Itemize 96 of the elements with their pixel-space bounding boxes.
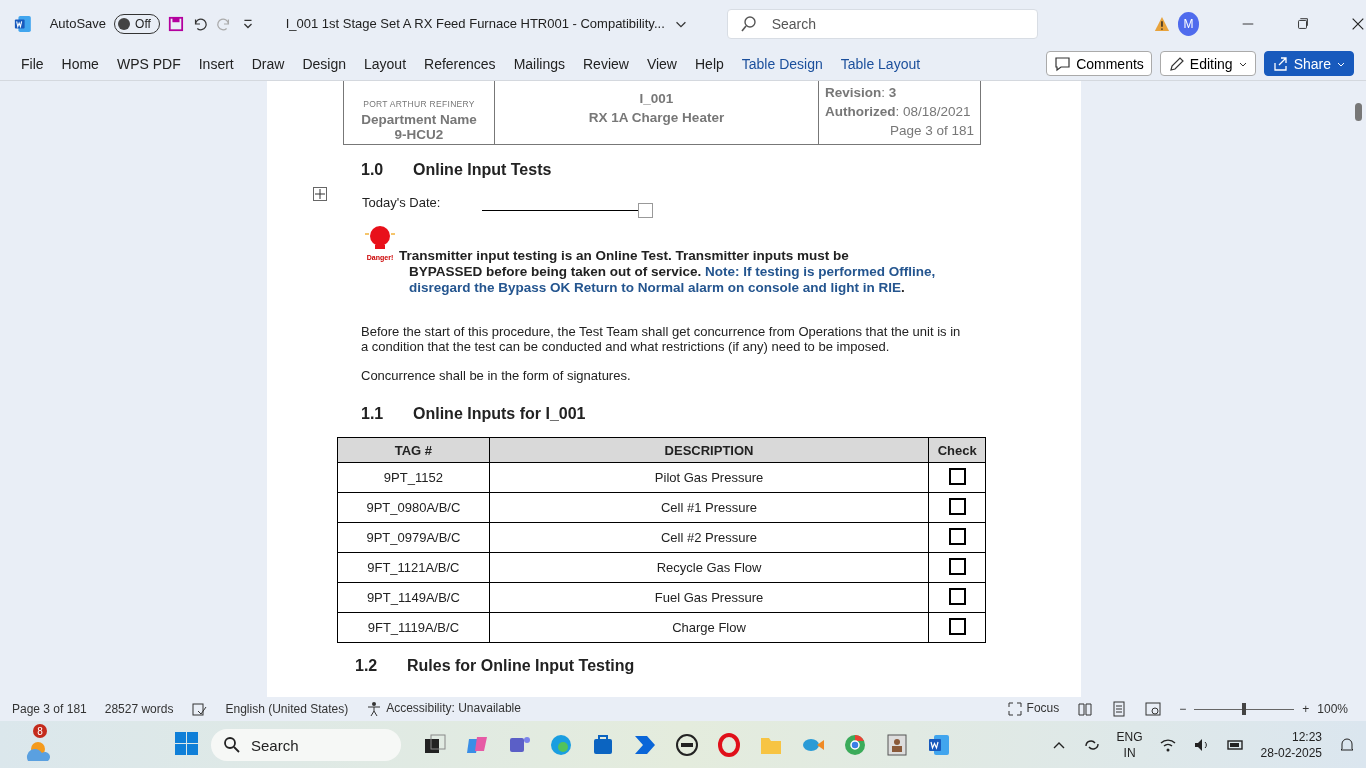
column-header: DESCRIPTION <box>489 437 929 463</box>
ribbon-tab[interactable]: Layout <box>355 55 416 72</box>
id-card-icon[interactable] <box>885 733 909 757</box>
header-text: 9-HCU2 <box>394 127 444 142</box>
autosave-label: AutoSave <box>49 16 107 31</box>
clock-date[interactable]: 28-02-2025 <box>1260 745 1322 761</box>
header-text: RX 1A Charge Heater <box>588 109 725 127</box>
table-cell: 9PT_1149A/B/C <box>337 582 490 613</box>
section-heading: Rules for Online Input Testing <box>407 657 635 675</box>
paragraph: Before the start of this procedure, the Test Team shall get concurrence from Operations that the unit is in a condition that the test can be conducted and what restrictions (if any) need to be imposed. <box>361 324 961 354</box>
word-count[interactable]: 28527 words <box>104 702 174 716</box>
checkbox[interactable] <box>948 527 966 545</box>
checkbox[interactable] <box>948 467 966 485</box>
ribbon-tab[interactable]: Design <box>293 55 355 72</box>
accessibility-icon <box>366 701 383 717</box>
search-icon <box>739 14 758 33</box>
cell-marker-icon <box>638 203 653 218</box>
table-cell: Cell #2 Pressure <box>489 522 929 553</box>
share-button[interactable]: Share <box>1263 51 1354 76</box>
section-number: 1.0 <box>361 161 385 179</box>
move-handle-icon[interactable] <box>313 187 327 201</box>
section-number: 1.1 <box>361 405 385 423</box>
header-text: PORT ARTHUR REFINERY <box>363 98 475 111</box>
header-text: Department Name <box>361 112 477 127</box>
paragraph: Concurrence shall be in the form of signatures. <box>361 368 632 383</box>
focus-button[interactable]: Focus <box>1026 701 1060 717</box>
search-field[interactable]: Search <box>726 8 1039 39</box>
read-mode-icon[interactable] <box>1077 701 1094 717</box>
checkbox[interactable] <box>948 617 966 635</box>
zoom-slider-thumb[interactable] <box>1242 703 1247 715</box>
ribbon-tab[interactable]: References <box>415 55 505 72</box>
zoom-level[interactable]: 100% <box>1317 702 1348 716</box>
ribbon-tab[interactable]: Review <box>574 55 638 72</box>
ribbon-tab[interactable]: File <box>12 55 53 72</box>
language-status[interactable]: English (United States) <box>225 702 349 716</box>
checkbox[interactable] <box>948 497 966 515</box>
ribbon-tab[interactable]: Table Layout <box>831 55 930 72</box>
save-icon[interactable] <box>167 14 184 33</box>
date-label: Today's Date: <box>362 195 442 210</box>
search-icon <box>223 736 241 754</box>
table-cell: Charge Flow <box>489 612 929 643</box>
focus-icon <box>1006 701 1023 717</box>
column-header: TAG # <box>337 437 490 463</box>
ribbon-tab[interactable]: WPS PDF <box>107 55 190 72</box>
header-text: I_001 <box>639 90 674 108</box>
taskbar-search[interactable]: Search <box>211 729 401 761</box>
input-region[interactable]: IN <box>1123 745 1136 761</box>
comment-icon <box>1054 55 1072 72</box>
comments-button[interactable]: Comments <box>1046 51 1152 76</box>
table-cell: 9PT_1152 <box>337 462 490 493</box>
share-icon <box>1271 55 1289 72</box>
web-layout-icon[interactable] <box>1145 701 1162 717</box>
checkbox[interactable] <box>948 587 966 605</box>
store-icon[interactable] <box>591 733 615 757</box>
ribbon-tab[interactable]: Draw <box>242 55 294 72</box>
notification-badge: 8 <box>33 724 47 738</box>
zoom-in-button[interactable]: + <box>1302 702 1310 716</box>
user-avatar[interactable]: M <box>1178 11 1200 36</box>
header-text: Page 3 of 181 <box>888 122 974 140</box>
section-heading: Online Input Tests <box>413 161 552 179</box>
header-text: Revision: 3 <box>825 84 898 102</box>
ribbon-tab[interactable]: View <box>637 55 686 72</box>
table-cell: 9FT_1121A/B/C <box>337 552 490 583</box>
table-cell: Pilot Gas Pressure <box>489 462 929 493</box>
table-cell: 9PT_0980A/B/C <box>337 492 490 523</box>
input-language[interactable]: ENG <box>1116 729 1143 745</box>
print-layout-icon[interactable] <box>1111 701 1128 717</box>
pencil-icon <box>1167 55 1185 72</box>
alarm-bell-icon <box>363 224 397 250</box>
section-number: 1.2 <box>355 657 379 675</box>
ribbon-tab[interactable]: Insert <box>189 55 243 72</box>
clock-time[interactable]: 12:23 <box>1291 729 1322 745</box>
warning-text: Transmitter input testing is an Online Test. Transmitter inputs must be <box>399 248 850 264</box>
accessibility-status[interactable]: Accessibility: Unavailable <box>386 701 521 717</box>
checkbox[interactable] <box>948 557 966 575</box>
table-cell: Fuel Gas Pressure <box>489 582 929 613</box>
section-heading: Online Inputs for I_001 <box>413 405 586 423</box>
column-header: Check <box>928 437 986 463</box>
zoom-out-button[interactable]: − <box>1179 702 1187 716</box>
page-count[interactable]: Page 3 of 181 <box>12 702 87 716</box>
ribbon-tab[interactable]: Table Design <box>732 55 832 72</box>
table-cell: Recycle Gas Flow <box>489 552 929 583</box>
start-icon[interactable] <box>174 731 199 756</box>
table-cell: Cell #1 Pressure <box>489 492 929 523</box>
document-title[interactable]: I_001 1st Stage Set A RX Feed Furnace HTR001 - Compatibility... <box>285 16 665 31</box>
ribbon-tab[interactable]: Home <box>52 55 108 72</box>
warning-text: BYPASSED before being taken out of service. Note: If testing is performed Offline, disregard the Bypass OK Return to Normal alarm on console and light in RIE. <box>409 264 937 296</box>
notification-bell-icon[interactable] <box>1338 736 1356 754</box>
table-cell: 9FT_1119A/B/C <box>337 612 490 643</box>
table-cell: 9PT_0979A/B/C <box>337 522 490 553</box>
ribbon-tab[interactable]: Mailings <box>504 55 574 72</box>
editing-button[interactable]: Editing <box>1159 51 1256 76</box>
scrollbar-thumb[interactable] <box>1355 103 1362 121</box>
proofing-icon[interactable] <box>191 701 208 717</box>
ribbon-tab[interactable]: Help <box>686 55 733 72</box>
header-text: Authorized: 08/18/2021 <box>825 103 972 121</box>
